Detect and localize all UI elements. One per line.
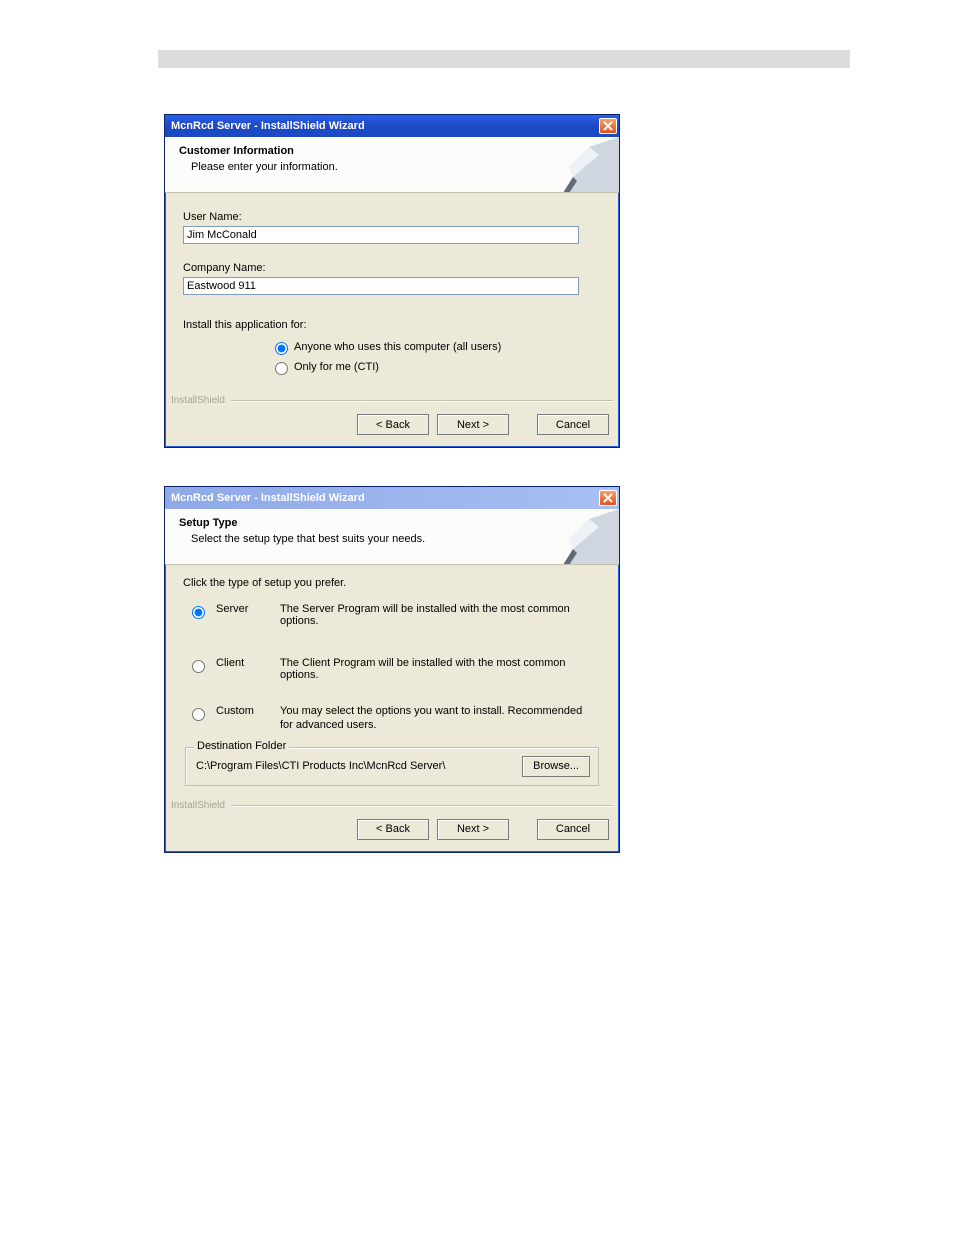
installer-dialog-customer-info: McnRcd Server - InstallShield Wizard Cus… [164, 114, 620, 448]
setup-intro: Click the type of setup you prefer. [183, 577, 601, 589]
window-title: McnRcd Server - InstallShield Wizard [171, 492, 365, 504]
divider-line [231, 805, 613, 806]
company-name-label: Company Name: [183, 262, 601, 274]
close-icon [603, 121, 613, 131]
installer-dialog-setup-type: McnRcd Server - InstallShield Wizard Set… [164, 486, 620, 853]
wizard-footer: < Back Next > Cancel [165, 811, 619, 852]
wizard-header: Customer Information Please enter your i… [165, 137, 619, 193]
close-button[interactable] [599, 118, 617, 134]
radio-client[interactable]: Client The Client Program will be instal… [187, 657, 601, 681]
radio-server-desc: The Server Program will be installed wit… [280, 603, 601, 627]
header-graphic-icon [529, 137, 619, 193]
radio-client-desc: The Client Program will be installed wit… [280, 657, 601, 681]
radio-custom-input[interactable] [192, 708, 205, 721]
install-for-label: Install this application for: [183, 319, 601, 331]
destination-folder-legend: Destination Folder [194, 740, 289, 752]
divider-line [231, 400, 613, 401]
radio-only-me[interactable]: Only for me (CTI) [275, 361, 601, 375]
radio-client-label: Client [216, 657, 272, 669]
back-button[interactable]: < Back [357, 414, 429, 435]
next-button[interactable]: Next > [437, 819, 509, 840]
window-title: McnRcd Server - InstallShield Wizard [171, 120, 365, 132]
radio-all-users-input[interactable] [275, 342, 288, 355]
browse-button[interactable]: Browse... [522, 756, 590, 777]
page-top-strip [158, 50, 850, 68]
browse-label: Browse... [533, 760, 579, 772]
cancel-button[interactable]: Cancel [537, 414, 609, 435]
radio-all-users-label: Anyone who uses this computer (all users… [294, 341, 501, 353]
radio-server[interactable]: Server The Server Program will be instal… [187, 603, 601, 627]
close-icon [603, 493, 613, 503]
radio-custom[interactable]: Custom You may select the options you wa… [187, 705, 601, 733]
radio-only-me-label: Only for me (CTI) [294, 361, 379, 373]
cancel-button[interactable]: Cancel [537, 819, 609, 840]
radio-all-users[interactable]: Anyone who uses this computer (all users… [275, 341, 601, 355]
brand-divider: InstallShield [165, 395, 619, 406]
radio-client-input[interactable] [192, 660, 205, 673]
wizard-body: Click the type of setup you prefer. Serv… [165, 565, 619, 792]
radio-only-me-input[interactable] [275, 362, 288, 375]
wizard-header: Setup Type Select the setup type that be… [165, 509, 619, 565]
company-name-input[interactable] [183, 277, 579, 295]
back-button[interactable]: < Back [357, 819, 429, 840]
brand-divider: InstallShield [165, 800, 619, 811]
header-graphic-icon [529, 509, 619, 565]
wizard-body: User Name: Company Name: Install this ap… [165, 193, 619, 387]
user-name-label: User Name: [183, 211, 601, 223]
brand-label: InstallShield [171, 800, 225, 811]
radio-custom-label: Custom [216, 705, 272, 717]
next-button[interactable]: Next > [437, 414, 509, 435]
radio-server-input[interactable] [192, 606, 205, 619]
titlebar[interactable]: McnRcd Server - InstallShield Wizard [165, 115, 619, 137]
user-name-input[interactable] [183, 226, 579, 244]
destination-folder-group: Destination Folder C:\Program Files\CTI … [185, 747, 599, 786]
radio-server-label: Server [216, 603, 272, 615]
brand-label: InstallShield [171, 395, 225, 406]
destination-path: C:\Program Files\CTI Products Inc\McnRcd… [196, 760, 512, 772]
setup-type-group: Server The Server Program will be instal… [183, 603, 601, 733]
radio-custom-desc: You may select the options you want to i… [280, 705, 601, 733]
wizard-footer: < Back Next > Cancel [165, 406, 619, 447]
close-button[interactable] [599, 490, 617, 506]
titlebar[interactable]: McnRcd Server - InstallShield Wizard [165, 487, 619, 509]
